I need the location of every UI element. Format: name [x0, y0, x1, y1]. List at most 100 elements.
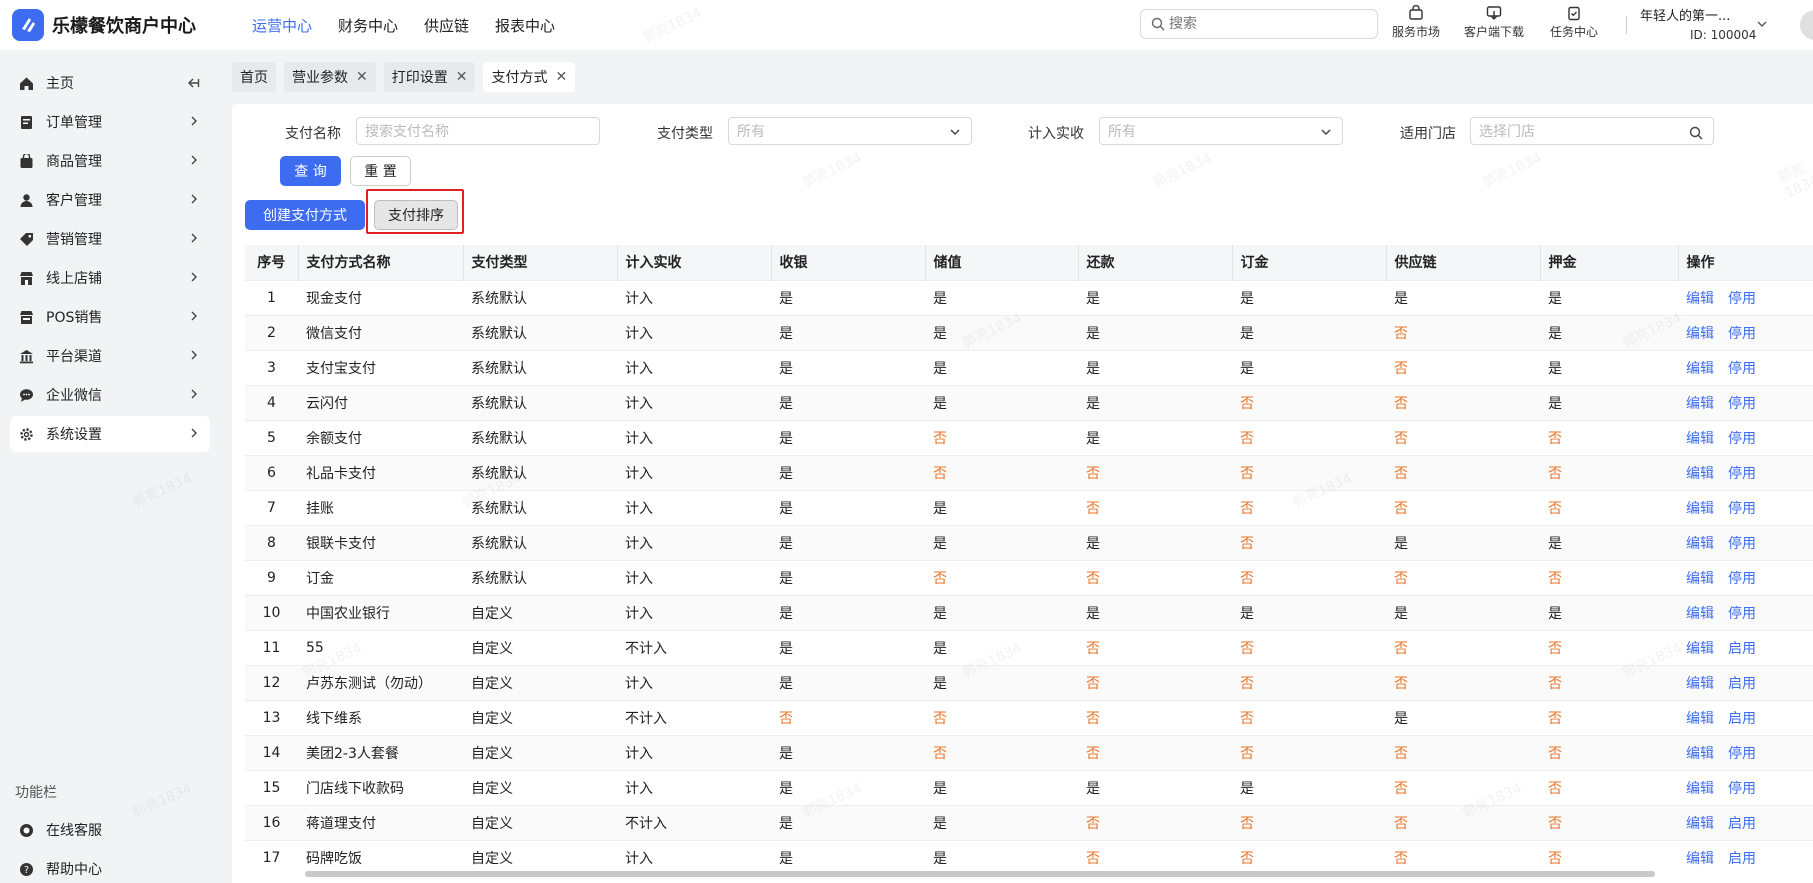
table-cell: 系统默认: [463, 489, 617, 525]
toggle-status-link[interactable]: 停用: [1728, 781, 1756, 797]
table-row: 3 支付宝支付 系统默认 计入是是是是否是编辑 停用: [245, 349, 1813, 385]
edit-link[interactable]: 编辑: [1686, 676, 1714, 692]
table-cell: 计入: [617, 769, 771, 805]
close-icon[interactable]: ✕: [356, 69, 368, 85]
edit-link[interactable]: 编辑: [1686, 396, 1714, 412]
edit-link[interactable]: 编辑: [1686, 781, 1714, 797]
reset-button[interactable]: 重 置: [350, 156, 411, 186]
row-actions: 编辑 停用: [1678, 769, 1813, 805]
tab-print-settings[interactable]: 打印设置 ✕: [383, 62, 476, 92]
topnav-reports[interactable]: 报表中心: [495, 15, 555, 36]
edit-link[interactable]: 编辑: [1686, 851, 1714, 867]
toggle-status-link[interactable]: 启用: [1728, 676, 1756, 692]
chevron-down-icon[interactable]: [1756, 18, 1768, 30]
toggle-status-link[interactable]: 启用: [1728, 851, 1756, 867]
user-menu[interactable]: 年轻人的第一... ID: 100004: [1640, 5, 1756, 42]
download-icon: [1486, 6, 1502, 20]
toggle-status-link[interactable]: 停用: [1728, 536, 1756, 552]
edit-link[interactable]: 编辑: [1686, 606, 1714, 622]
table-cell: 是: [925, 524, 1078, 560]
table-cell: 是: [771, 279, 925, 315]
edit-link[interactable]: 编辑: [1686, 501, 1714, 517]
edit-link[interactable]: 编辑: [1686, 326, 1714, 342]
toggle-status-link[interactable]: 启用: [1728, 641, 1756, 657]
sidebar-item-wecom[interactable]: 企业微信: [10, 377, 210, 413]
close-icon[interactable]: ✕: [456, 69, 468, 85]
edit-link[interactable]: 编辑: [1686, 431, 1714, 447]
toggle-status-link[interactable]: 启用: [1728, 816, 1756, 832]
toggle-status-link[interactable]: 停用: [1728, 746, 1756, 762]
search-icon: [1151, 17, 1165, 31]
row-actions: 编辑 启用: [1678, 664, 1813, 700]
tab-business-params[interactable]: 营业参数 ✕: [284, 62, 376, 92]
toggle-status-link[interactable]: 启用: [1728, 711, 1756, 727]
table-cell: 银联卡支付: [298, 524, 463, 560]
table-cell: 10: [245, 594, 298, 630]
sidebar-item-home[interactable]: 主页: [10, 65, 210, 101]
payment-type-label: 支付类型: [657, 126, 713, 142]
horizontal-scrollbar[interactable]: [245, 869, 1813, 879]
sidebar-item-settings[interactable]: 系统设置: [10, 416, 210, 452]
edit-link[interactable]: 编辑: [1686, 291, 1714, 307]
tab-payment-methods[interactable]: 支付方式 ✕: [483, 62, 576, 92]
app-title: 乐檬餐饮商户中心: [52, 16, 196, 37]
sidebar-item-orders[interactable]: 订单管理: [10, 104, 210, 140]
scroll-thumb[interactable]: [305, 871, 1655, 877]
sidebar-item-marketing[interactable]: 营销管理: [10, 221, 210, 257]
edit-link[interactable]: 编辑: [1686, 571, 1714, 587]
toggle-status-link[interactable]: 停用: [1728, 431, 1756, 447]
logo[interactable]: 乐檬餐饮商户中心: [12, 9, 232, 41]
table-cell: 系统默认: [463, 524, 617, 560]
collapse-icon[interactable]: [186, 76, 200, 94]
topnav-operations[interactable]: 运营中心: [252, 15, 312, 36]
service-market-button[interactable]: 服务市场: [1392, 5, 1440, 40]
table-cell: 否: [925, 559, 1078, 595]
task-center-button[interactable]: 任务中心: [1550, 5, 1598, 40]
sidebar-item-pos[interactable]: POS销售: [10, 299, 210, 335]
edit-link[interactable]: 编辑: [1686, 641, 1714, 657]
toggle-status-link[interactable]: 停用: [1728, 291, 1756, 307]
table-cell: 系统默认: [463, 279, 617, 315]
topnav-supply-chain[interactable]: 供应链: [424, 15, 469, 36]
payment-type-select[interactable]: 所有: [728, 117, 972, 145]
table-cell: 是: [771, 524, 925, 560]
sidebar-item-goods[interactable]: 商品管理: [10, 143, 210, 179]
table-row: 13 线下维系 自定义 不计入否否否否是否编辑 启用: [245, 699, 1813, 735]
table-cell: 系统默认: [463, 419, 617, 455]
tab-home[interactable]: 首页: [232, 62, 276, 92]
table-row: 2 微信支付 系统默认 计入是是是是否是编辑 停用: [245, 314, 1813, 350]
toggle-status-link[interactable]: 停用: [1728, 326, 1756, 342]
online-service-item[interactable]: 在线客服: [10, 812, 210, 848]
toggle-status-link[interactable]: 停用: [1728, 571, 1756, 587]
payment-name-input[interactable]: 搜索支付名称: [356, 117, 600, 145]
edit-link[interactable]: 编辑: [1686, 361, 1714, 377]
global-search-input[interactable]: [1169, 16, 1359, 32]
edit-link[interactable]: 编辑: [1686, 746, 1714, 762]
edit-link[interactable]: 编辑: [1686, 466, 1714, 482]
toggle-status-link[interactable]: 停用: [1728, 396, 1756, 412]
toggle-status-link[interactable]: 停用: [1728, 606, 1756, 622]
sidebar-item-channels[interactable]: 平台渠道: [10, 338, 210, 374]
help-center-item[interactable]: ? 帮助中心: [10, 851, 210, 883]
toggle-status-link[interactable]: 停用: [1728, 466, 1756, 482]
store-select[interactable]: 选择门店: [1470, 117, 1714, 145]
table-cell: 是: [1078, 524, 1232, 560]
query-button[interactable]: 查 询: [280, 156, 341, 186]
topnav-finance[interactable]: 财务中心: [338, 15, 398, 36]
create-payment-button[interactable]: 创建支付方式: [245, 200, 365, 230]
payment-table: 序号 支付方式名称 支付类型 计入实收 收银 储值 还款 订金 供应链 押金 操作 1 现金支付 系统默…: [245, 245, 1813, 873]
close-icon[interactable]: ✕: [555, 69, 567, 85]
edit-link[interactable]: 编辑: [1686, 711, 1714, 727]
toggle-status-link[interactable]: 停用: [1728, 501, 1756, 517]
table-cell: 否: [1540, 454, 1678, 490]
client-download-button[interactable]: 客户端下载: [1464, 5, 1524, 40]
edit-link[interactable]: 编辑: [1686, 816, 1714, 832]
toggle-status-link[interactable]: 停用: [1728, 361, 1756, 377]
sidebar-item-online-store[interactable]: 线上店铺: [10, 260, 210, 296]
global-search[interactable]: [1140, 9, 1378, 39]
table-cell: 是: [771, 804, 925, 840]
edit-link[interactable]: 编辑: [1686, 536, 1714, 552]
sidebar-item-customers[interactable]: 客户管理: [10, 182, 210, 218]
income-select[interactable]: 所有: [1099, 117, 1343, 145]
table-cell: 否: [1386, 384, 1540, 420]
